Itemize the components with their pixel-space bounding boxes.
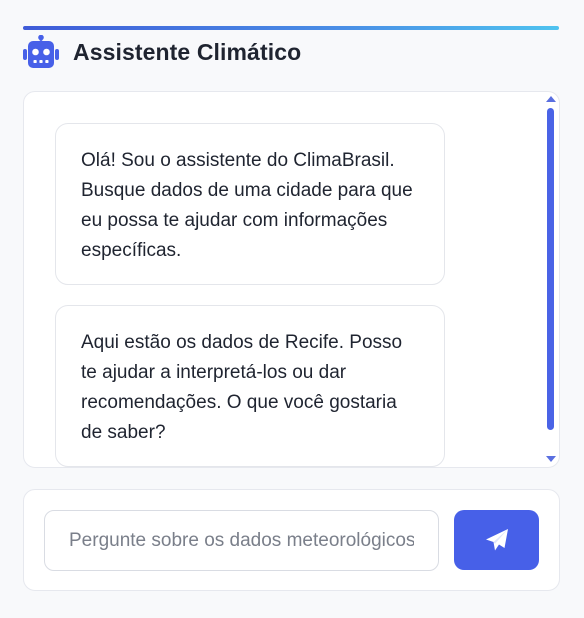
paper-plane-icon	[485, 529, 508, 551]
scroll-down-arrow-icon[interactable]	[546, 456, 556, 462]
chat-panel: Olá! Sou o assistente do ClimaBrasil. Bu…	[23, 91, 560, 468]
input-panel	[23, 489, 560, 591]
header: Assistente Climático	[23, 34, 301, 70]
accent-bar	[23, 26, 559, 30]
assistant-message: Aqui estão os dados de Recife. Posso te …	[55, 305, 445, 467]
page-title: Assistente Climático	[73, 38, 302, 65]
scroll-up-arrow-icon[interactable]	[546, 96, 556, 102]
message-list: Olá! Sou o assistente do ClimaBrasil. Bu…	[24, 92, 541, 467]
question-input[interactable]	[44, 510, 439, 571]
assistant-message: Olá! Sou o assistente do ClimaBrasil. Bu…	[55, 123, 445, 285]
send-button[interactable]	[454, 510, 539, 570]
assistant-card: Assistente Climático Olá! Sou o assisten…	[0, 0, 584, 618]
chat-scrollbar[interactable]	[545, 94, 557, 465]
robot-icon	[23, 35, 59, 68]
scroll-thumb[interactable]	[547, 108, 554, 430]
